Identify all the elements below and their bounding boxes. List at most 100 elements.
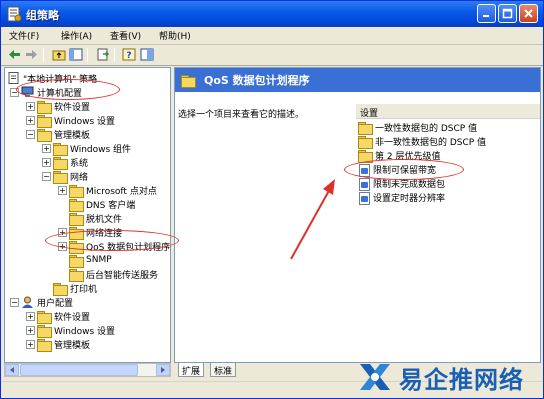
back-arrow-icon	[9, 50, 20, 59]
expand-toggle[interactable]: +	[26, 339, 35, 349]
tab-standard[interactable]: 标准	[210, 363, 237, 377]
folder-icon	[37, 324, 52, 338]
up-level-button[interactable]	[51, 47, 66, 62]
tree-item-label: QoS 数据包计划程序	[86, 242, 171, 253]
tree-item-p2p[interactable]: + Microsoft 点对点	[58, 183, 157, 198]
tree-item-network-connections[interactable]: + 网络连接	[58, 225, 122, 240]
forward-button[interactable]	[24, 47, 39, 62]
minimize-icon	[483, 15, 489, 17]
tree-item-user-admin[interactable]: + 管理模板	[26, 337, 91, 352]
menu-bar: 文件(F) 操作(A) 查看(V) 帮助(H)	[1, 27, 543, 45]
tree-item-label: 管理模板	[54, 340, 91, 351]
folder-icon	[37, 114, 52, 128]
tree-item-qos[interactable]: + QoS 数据包计划程序	[58, 239, 171, 254]
tree-item-dns-client[interactable]: DNS 客户端	[69, 197, 135, 212]
setting-item-limit-packets[interactable]: 限制未完成数据包	[358, 177, 446, 191]
tree-item-label: 后台智能传送服务	[86, 270, 159, 281]
tree-item-computer-config[interactable]: − 计算机配置	[10, 85, 82, 99]
tree-item-admin-templates[interactable]: − 管理模板	[26, 127, 91, 142]
policy-setting-icon	[358, 191, 370, 205]
setting-item-nonconforming-dscp[interactable]: 非一致性数据包的 DSCP 值	[358, 135, 486, 149]
setting-item-label: 设置定时器分辨率	[373, 194, 446, 204]
menu-help[interactable]: 帮助(H)	[159, 29, 191, 42]
tree-item-label: 网络	[70, 172, 89, 183]
tree-item-snmp[interactable]: SNMP	[69, 253, 112, 268]
maximize-button[interactable]	[498, 4, 517, 23]
expand-toggle[interactable]: +	[26, 325, 35, 335]
column-header-settings[interactable]: 设置	[356, 104, 540, 119]
tree-pane[interactable]: "本地计算机" 策略 − 计算机配置 + 软件设置 + Windows 设置 −…	[4, 67, 171, 363]
tree-item-user-config[interactable]: − 用户配置	[10, 295, 73, 309]
tree-item-windows-components[interactable]: + Windows 组件	[42, 141, 132, 156]
tab-extended[interactable]: 扩展	[178, 363, 205, 377]
menu-action[interactable]: 操作(A)	[61, 29, 92, 42]
folder-icon	[181, 74, 196, 88]
setting-item-limit-bandwidth[interactable]: 限制可保留带宽	[358, 163, 436, 177]
expand-toggle[interactable]: +	[26, 311, 35, 321]
show-desc-button[interactable]	[139, 47, 154, 62]
show-tree-icon	[69, 48, 82, 61]
back-button[interactable]	[7, 47, 22, 62]
collapse-toggle[interactable]: −	[42, 171, 51, 181]
folder-icon	[37, 310, 52, 324]
setting-item-label: 一致性数据包的 DSCP 值	[375, 124, 478, 134]
setting-item-timer-resolution[interactable]: 设置定时器分辨率	[358, 191, 446, 205]
expand-toggle[interactable]: +	[42, 157, 51, 167]
folder-icon	[69, 240, 84, 254]
tree-item-printers[interactable]: 打印机	[53, 281, 97, 296]
expand-toggle[interactable]: +	[26, 101, 35, 111]
toolbar: ?	[1, 45, 543, 66]
collapse-toggle[interactable]: −	[10, 87, 19, 97]
tree-item-label: Windows 组件	[70, 144, 132, 155]
menu-file[interactable]: 文件(F)	[9, 29, 39, 42]
pane-header-title: QoS 数据包计划程序	[204, 74, 310, 87]
help-icon: ?	[122, 48, 135, 61]
minimize-button[interactable]	[477, 4, 496, 23]
folder-icon	[69, 212, 84, 226]
folder-icon	[69, 184, 84, 198]
scroll-right-icon	[161, 367, 165, 373]
close-icon	[524, 9, 533, 18]
expand-toggle[interactable]: +	[58, 185, 67, 195]
watermark-text: 易企推网络	[399, 364, 524, 394]
expand-toggle[interactable]: +	[58, 227, 67, 237]
expand-toggle[interactable]: +	[58, 241, 67, 251]
folder-icon	[358, 150, 373, 163]
tree-item-label: Windows 设置	[54, 116, 116, 127]
policy-setting-icon	[358, 177, 370, 191]
expand-toggle[interactable]: +	[42, 143, 51, 153]
tree-item-offline-files[interactable]: 脱机文件	[69, 211, 122, 226]
setting-item-conforming-dscp[interactable]: 一致性数据包的 DSCP 值	[358, 121, 478, 135]
folder-icon	[358, 136, 373, 149]
tree-item-software-settings[interactable]: + 软件设置	[26, 99, 90, 114]
title-bar[interactable]: 组策略	[1, 1, 543, 27]
setting-item-layer2-priority[interactable]: 第 2 层优先级值	[358, 149, 440, 163]
tree-item-user-windows[interactable]: + Windows 设置	[26, 323, 115, 338]
scroll-left-icon	[10, 367, 14, 373]
scroll-thumb[interactable]	[20, 364, 138, 376]
tree-item-label: 管理模板	[54, 130, 91, 141]
folder-icon	[53, 282, 68, 296]
scroll-right-button[interactable]	[156, 364, 170, 376]
menu-view[interactable]: 查看(V)	[110, 29, 141, 42]
horizontal-scrollbar[interactable]	[4, 363, 171, 377]
forward-arrow-icon	[26, 50, 37, 59]
tree-item-user-software[interactable]: + 软件设置	[26, 309, 90, 324]
tree-item-system[interactable]: + 系统	[42, 155, 88, 170]
collapse-toggle[interactable]: −	[26, 129, 35, 139]
tree-item-windows-settings[interactable]: + Windows 设置	[26, 113, 116, 128]
details-pane[interactable]: QoS 数据包计划程序 选择一个项目来查看它的描述。 设置 一致性数据包的 DS…	[174, 67, 541, 363]
expand-toggle[interactable]: +	[26, 115, 35, 125]
svg-text:?: ?	[126, 51, 131, 61]
setting-item-label: 限制未完成数据包	[373, 180, 446, 190]
export-list-button[interactable]	[95, 47, 110, 62]
tree-item-label: SNMP	[86, 255, 112, 265]
help-button[interactable]: ?	[121, 47, 136, 62]
scroll-left-button[interactable]	[5, 364, 19, 376]
collapse-toggle[interactable]: −	[10, 297, 19, 307]
tree-item-bits[interactable]: 后台智能传送服务	[69, 267, 159, 282]
show-tree-button[interactable]	[68, 47, 83, 62]
tree-root[interactable]: "本地计算机" 策略	[8, 71, 97, 85]
close-button[interactable]	[519, 4, 538, 23]
tree-item-network[interactable]: − 网络	[42, 169, 89, 184]
